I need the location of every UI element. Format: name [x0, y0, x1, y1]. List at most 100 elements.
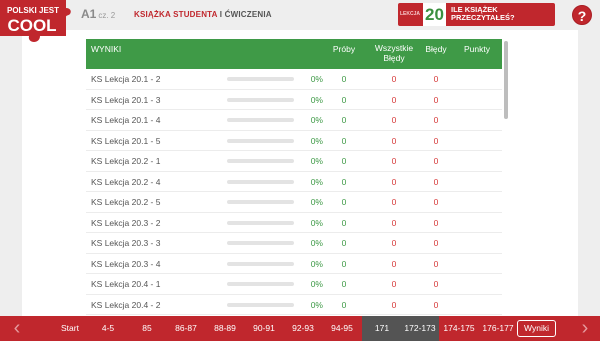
results-panel: WYNIKI Próby Wszystkie Błędy Błędy Punkt… [22, 30, 578, 316]
row-percent: 0% [310, 299, 323, 310]
row-wszystkie-bledy: 0 [391, 279, 397, 289]
table-row[interactable]: KS Lekcja 20.1 - 2 0% 0 0 0 [86, 69, 502, 90]
nav-page-start[interactable]: Start [54, 316, 86, 341]
table-row[interactable]: KS Lekcja 20.2 - 4 0% 0 0 0 [86, 172, 502, 192]
nav-page-174-175[interactable]: 174-175 [440, 316, 478, 341]
chevron-left-icon[interactable]: ‹ [2, 316, 32, 341]
row-bledy: 0 [433, 197, 439, 207]
progress-bar [227, 159, 294, 163]
nav-page-176-177[interactable]: 176-177 [478, 316, 518, 341]
logo-line2: COOL [7, 16, 56, 35]
row-wszystkie-bledy: 0 [391, 94, 397, 105]
book-title-main: KSIĄŻKA STUDENTA [134, 10, 218, 19]
row-percent: 0% [310, 74, 323, 84]
header-bar: POLSKI JEST COOL A1 cz. 2 KSIĄŻKA STUDENT… [0, 0, 600, 42]
progress-bar [227, 241, 294, 245]
level-label: A1 [81, 7, 97, 21]
lesson-title: ILE KSIĄŻEK PRZECZYTAŁEŚ? [451, 5, 515, 22]
row-name: KS Lekcja 20.1 - 3 [91, 94, 161, 105]
row-bledy: 0 [433, 217, 439, 228]
nav-page-4-5[interactable]: 4-5 [92, 316, 124, 341]
row-name: KS Lekcja 20.2 - 4 [91, 176, 161, 187]
row-bledy: 0 [433, 74, 439, 84]
table-row[interactable]: KS Lekcja 20.4 - 1 0% 0 0 0 [86, 274, 502, 295]
row-bledy: 0 [433, 279, 439, 289]
table-row[interactable]: KS Lekcja 20.1 - 3 0% 0 0 0 [86, 90, 502, 110]
scrollbar[interactable] [504, 39, 508, 315]
row-proby: 0 [341, 279, 347, 289]
logo-line1: POLSKI JEST [7, 6, 59, 15]
row-percent: 0% [310, 279, 323, 289]
header-wszystkie-bledy: Wszystkie Błędy [374, 43, 414, 63]
table-row[interactable]: KS Lekcja 20.3 - 3 0% 0 0 0 [86, 233, 502, 254]
nav-page-86-87[interactable]: 86-87 [168, 316, 204, 341]
progress-bar [227, 261, 294, 266]
nav-page-85[interactable]: 85 [132, 316, 162, 341]
row-name: KS Lekcja 20.1 - 5 [91, 135, 161, 146]
row-wszystkie-bledy: 0 [391, 258, 397, 269]
progress-bar [227, 200, 294, 204]
book-title-sep: I [217, 10, 225, 19]
row-wszystkie-bledy: 0 [391, 217, 397, 228]
progress-bar [227, 138, 294, 143]
book-title-rest: ĆWICZENIA [224, 10, 272, 19]
course-level: A1 cz. 2 [81, 7, 115, 21]
row-percent: 0% [310, 156, 323, 166]
help-button[interactable]: ? [572, 5, 592, 25]
row-bledy: 0 [433, 156, 439, 166]
progress-bar [227, 77, 294, 81]
row-proby: 0 [341, 176, 347, 187]
nav-page-90-91[interactable]: 90-91 [246, 316, 282, 341]
table-row[interactable]: KS Lekcja 20.3 - 2 0% 0 0 0 [86, 213, 502, 233]
nav-page-94-95[interactable]: 94-95 [324, 316, 360, 341]
row-name: KS Lekcja 20.2 - 5 [91, 197, 161, 207]
row-wszystkie-bledy: 0 [391, 176, 397, 187]
results-button[interactable]: Wyniki [517, 320, 556, 337]
row-bledy: 0 [433, 94, 439, 105]
row-bledy: 0 [433, 176, 439, 187]
nav-page-88-89[interactable]: 88-89 [207, 316, 243, 341]
row-name: KS Lekcja 20.1 - 4 [91, 115, 161, 125]
header-wyniki: WYNIKI [91, 44, 122, 54]
row-bledy: 0 [433, 115, 439, 125]
progress-bar [227, 97, 294, 102]
progress-bar [227, 302, 294, 307]
page-navigation: ‹ Start 4-5 85 86-87 88-89 90-91 92-93 94-95 171… [0, 316, 600, 341]
lesson-badge: LEKCJA 20 ILE KSIĄŻEK PRZECZYTAŁEŚ? [398, 3, 555, 26]
row-proby: 0 [341, 135, 347, 146]
app-logo[interactable]: POLSKI JEST COOL [0, 0, 72, 46]
row-percent: 0% [310, 94, 323, 105]
table-body: KS Lekcja 20.1 - 2 0% 0 0 0 KS Lekcja 20.1 - … [86, 69, 502, 315]
table-row[interactable]: KS Lekcja 20.4 - 2 0% 0 0 0 [86, 295, 502, 315]
progress-bar [227, 118, 294, 122]
header-proby: Próby [332, 44, 356, 54]
table-row[interactable]: KS Lekcja 20.1 - 4 0% 0 0 0 [86, 110, 502, 131]
table-row[interactable]: KS Lekcja 20.3 - 4 0% 0 0 0 [86, 254, 502, 274]
nav-page-172-173[interactable]: 172-173 [401, 316, 439, 341]
row-name: KS Lekcja 20.3 - 3 [91, 238, 161, 248]
row-proby: 0 [341, 217, 347, 228]
row-bledy: 0 [433, 238, 439, 248]
row-proby: 0 [341, 238, 347, 248]
progress-bar [227, 179, 294, 184]
nav-page-171[interactable]: 171 [362, 316, 402, 341]
row-percent: 0% [310, 176, 323, 187]
scroll-thumb[interactable] [504, 41, 508, 119]
lesson-word: LEKCJA [400, 11, 421, 17]
row-proby: 0 [341, 258, 347, 269]
table-row[interactable]: KS Lekcja 20.2 - 1 0% 0 0 0 [86, 151, 502, 172]
level-part: cz. 2 [98, 11, 116, 20]
row-bledy: 0 [433, 299, 439, 310]
row-name: KS Lekcja 20.2 - 1 [91, 156, 161, 166]
table-row[interactable]: KS Lekcja 20.1 - 5 0% 0 0 0 [86, 131, 502, 151]
row-percent: 0% [310, 115, 323, 125]
row-bledy: 0 [433, 135, 439, 146]
row-proby: 0 [341, 115, 347, 125]
chevron-right-icon[interactable]: › [570, 316, 600, 341]
nav-page-92-93[interactable]: 92-93 [285, 316, 321, 341]
row-percent: 0% [310, 135, 323, 146]
row-percent: 0% [310, 197, 323, 207]
row-wszystkie-bledy: 0 [391, 74, 397, 84]
row-proby: 0 [341, 197, 347, 207]
table-row[interactable]: KS Lekcja 20.2 - 5 0% 0 0 0 [86, 192, 502, 213]
